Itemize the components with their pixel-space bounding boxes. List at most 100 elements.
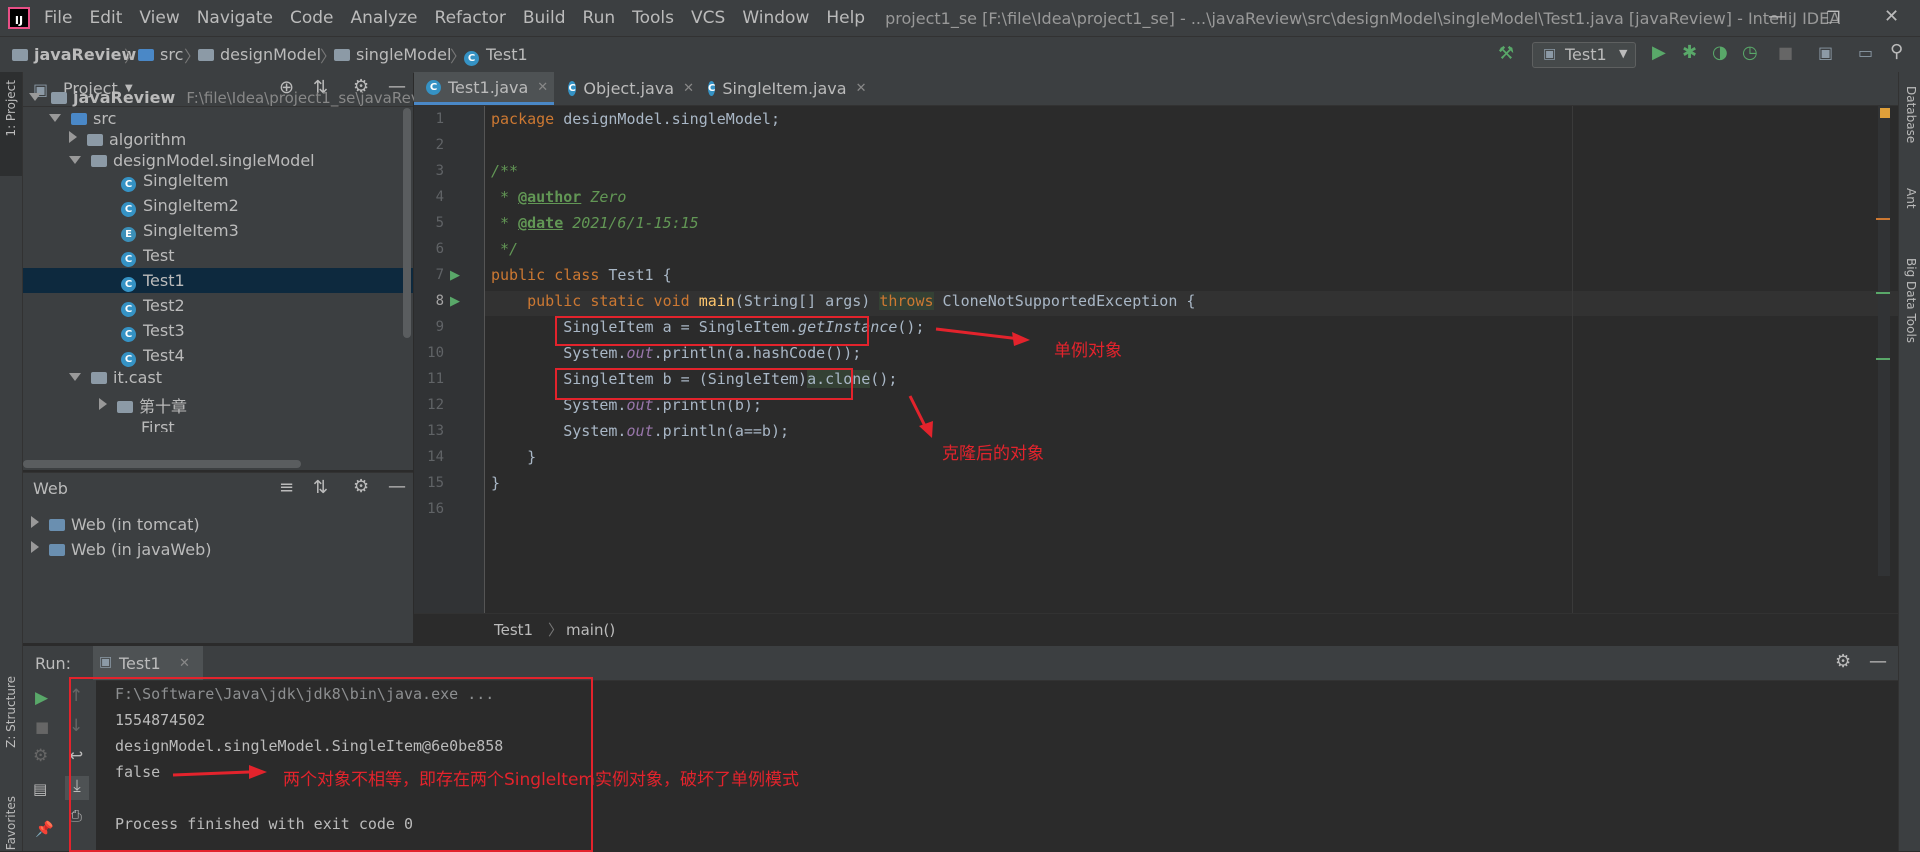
- web-item-tomcat[interactable]: Web (in tomcat): [31, 515, 200, 540]
- tab-object-java[interactable]: C Object.java ✕: [556, 72, 694, 105]
- search-icon[interactable]: ⚲: [1890, 41, 1903, 62]
- project-structure-icon[interactable]: ▣: [1818, 43, 1833, 62]
- expand-arrow-icon[interactable]: [49, 114, 61, 122]
- class-icon: C: [121, 302, 136, 317]
- close-tab-icon[interactable]: ✕: [856, 81, 867, 96]
- database-tool-label[interactable]: Database: [1904, 86, 1918, 143]
- expand-arrow-icon[interactable]: [69, 156, 81, 164]
- menu-code[interactable]: Code: [290, 8, 334, 28]
- package-icon: [334, 49, 350, 61]
- collapse-all-icon[interactable]: ⇅: [313, 477, 328, 498]
- expand-all-icon[interactable]: ≡: [279, 477, 294, 498]
- menu-edit[interactable]: Edit: [89, 8, 122, 28]
- breadcrumb-label: designModel: [220, 45, 322, 64]
- crumb-method[interactable]: main(): [566, 621, 615, 639]
- expand-arrow-icon[interactable]: [69, 373, 81, 381]
- big-data-tools-label[interactable]: Big Data Tools: [1904, 258, 1918, 343]
- menu-analyze[interactable]: Analyze: [351, 8, 418, 28]
- left-tool-window-strip: 1: Project Z: Structure Favorites: [0, 72, 23, 851]
- tree-node-itcast[interactable]: it.cast: [69, 368, 162, 393]
- collapse-arrow-icon[interactable]: [31, 516, 39, 528]
- tree-node-singleitem2[interactable]: C SingleItem2: [121, 196, 239, 221]
- close-tab-icon[interactable]: ✕: [683, 81, 694, 96]
- ant-tool-label[interactable]: Ant: [1904, 188, 1918, 209]
- menu-navigate[interactable]: Navigate: [197, 8, 273, 28]
- build-hammer-icon[interactable]: ⚒: [1498, 43, 1514, 64]
- layout-icon[interactable]: ▭: [1858, 43, 1873, 62]
- collapse-arrow-icon[interactable]: [69, 131, 77, 143]
- change-marker[interactable]: [1876, 358, 1890, 360]
- tab-label: SingleItem.java: [722, 79, 847, 98]
- restore-icon[interactable]: ❐: [1826, 8, 1840, 27]
- tree-node-test3[interactable]: C Test3: [121, 321, 185, 346]
- tree-node-test2[interactable]: C Test2: [121, 296, 185, 321]
- menu-run[interactable]: Run: [583, 8, 616, 28]
- breadcrumb-src[interactable]: src: [138, 45, 183, 64]
- run-icon[interactable]: ▶: [1652, 42, 1666, 63]
- menu-build[interactable]: Build: [523, 8, 566, 28]
- arrow-head-icon: [1012, 332, 1030, 346]
- menu-refactor[interactable]: Refactor: [435, 8, 506, 28]
- vertical-scrollbar[interactable]: [403, 108, 411, 338]
- tab-label: Object.java: [583, 79, 675, 98]
- structure-tool-label[interactable]: Z: Structure: [4, 676, 18, 748]
- debug-icon[interactable]: ✱: [1682, 42, 1697, 63]
- breadcrumb-label: Test1: [486, 45, 528, 64]
- gear-icon[interactable]: ⚙: [353, 476, 369, 497]
- tree-node-singleitem3[interactable]: E SingleItem3: [121, 221, 239, 246]
- collapse-arrow-icon[interactable]: [99, 398, 107, 410]
- menu-window[interactable]: Window: [742, 8, 809, 28]
- editor-vertical-scrollbar[interactable]: [1878, 106, 1890, 576]
- collapse-arrow-icon[interactable]: [31, 541, 39, 553]
- horizontal-scrollbar[interactable]: [23, 460, 301, 468]
- profile-icon[interactable]: ◷: [1742, 42, 1758, 63]
- menu-help[interactable]: Help: [826, 8, 865, 28]
- inspection-status-icon[interactable]: [1880, 108, 1890, 118]
- enum-icon: E: [121, 227, 136, 242]
- tab-singleitem-java[interactable]: C SingleItem.java ✕: [696, 72, 867, 105]
- menu-view[interactable]: View: [139, 8, 179, 28]
- annotation-arrows: [908, 327, 1030, 438]
- gear-icon[interactable]: ⚙: [1835, 651, 1851, 672]
- run-configuration-selector[interactable]: ▣ Test1 ▼: [1532, 42, 1636, 68]
- breadcrumb-singlemodel[interactable]: singleModel: [334, 45, 451, 64]
- favorites-tool-label[interactable]: Favorites: [4, 796, 18, 850]
- breadcrumb-label: javaReview: [34, 45, 137, 64]
- change-marker[interactable]: [1876, 292, 1890, 294]
- breadcrumb-project[interactable]: javaReview: [12, 45, 136, 64]
- menu-vcs[interactable]: VCS: [691, 8, 725, 28]
- hide-icon[interactable]: —: [388, 476, 406, 497]
- tab-test1-java[interactable]: C Test1.java ✕: [414, 72, 554, 105]
- tree-node-chapter10[interactable]: 第十章: [99, 393, 187, 418]
- project-tool-label: 1: Project: [4, 80, 18, 137]
- class-icon: C: [121, 202, 136, 217]
- right-tool-window-strip: Database Ant Big Data Tools: [1898, 72, 1920, 851]
- tree-node-first[interactable]: First: [141, 418, 175, 432]
- close-icon[interactable]: ✕: [1884, 6, 1899, 27]
- tree-label: src: [93, 109, 117, 128]
- menu-tools[interactable]: Tools: [632, 8, 674, 28]
- menu-file[interactable]: File: [44, 8, 72, 28]
- tree-node-test1[interactable]: C Test1: [23, 268, 413, 293]
- crumb-class[interactable]: Test1: [494, 621, 533, 639]
- stop-icon[interactable]: ■: [1778, 43, 1793, 62]
- hide-icon[interactable]: —: [1869, 651, 1887, 672]
- project-tool-button[interactable]: 1: Project: [0, 72, 22, 176]
- editor-breadcrumb: Test1 〉 main(): [414, 613, 1898, 646]
- run-config-label: Test1: [1565, 45, 1607, 64]
- breadcrumb-test1[interactable]: C Test1: [464, 45, 528, 66]
- root-path: F:\file\Idea\project1_se\javaRevie: [186, 89, 434, 107]
- warning-marker[interactable]: [1876, 218, 1890, 220]
- tree-label: First: [141, 418, 175, 432]
- close-tab-icon[interactable]: ✕: [537, 80, 548, 95]
- minimize-icon[interactable]: —: [1768, 6, 1786, 27]
- coverage-icon[interactable]: ◑: [1712, 42, 1728, 63]
- tree-node-singleitem[interactable]: C SingleItem: [121, 171, 229, 196]
- arrow-head-icon: [249, 765, 267, 779]
- editor-tabs: C Test1.java ✕ C Object.java ✕ C SingleItem.j…: [414, 72, 1898, 106]
- code-editor[interactable]: 1 2 3 4 5 6 7 8 9 10 11 12 13 14 15 16 ▶…: [414, 106, 1898, 613]
- breadcrumb-designmodel[interactable]: designModel: [198, 45, 321, 64]
- expand-arrow-icon[interactable]: [29, 93, 41, 101]
- web-item-javaweb[interactable]: Web (in javaWeb): [31, 540, 212, 565]
- tree-label: SingleItem3: [143, 221, 239, 240]
